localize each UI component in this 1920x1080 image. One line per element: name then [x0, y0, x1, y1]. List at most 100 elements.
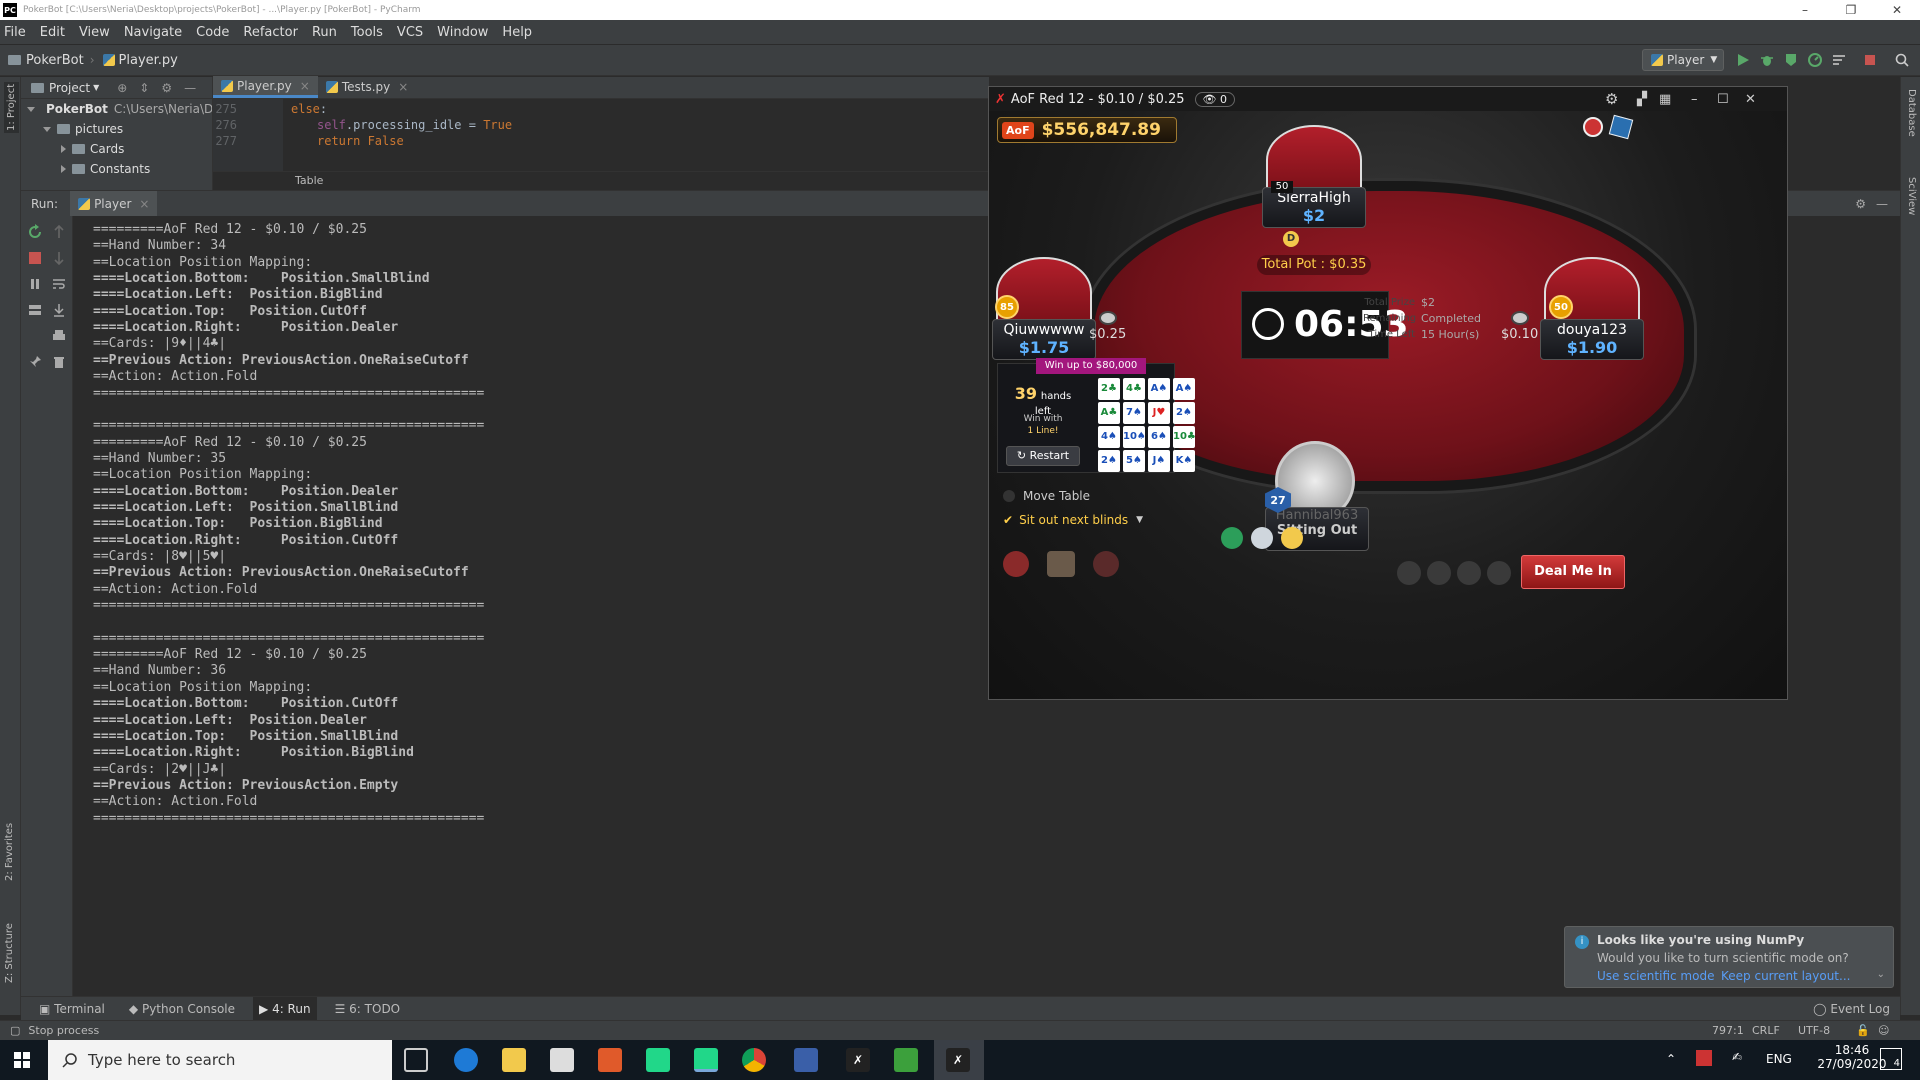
- matlab-icon[interactable]: [598, 1048, 622, 1072]
- gear-icon[interactable]: ⚙: [1605, 90, 1618, 108]
- clion-icon[interactable]: [646, 1048, 670, 1072]
- action-icon-3[interactable]: [1457, 561, 1481, 585]
- editor-breadcrumb[interactable]: Table: [213, 171, 989, 190]
- windows-start-icon[interactable]: [14, 1052, 30, 1068]
- pycharm-icon[interactable]: [694, 1048, 718, 1072]
- move-table-option[interactable]: Move Table: [1003, 489, 1090, 503]
- close-icon[interactable]: ×: [300, 79, 310, 93]
- menu-code[interactable]: Code: [196, 25, 229, 40]
- search-icon[interactable]: [1894, 52, 1910, 68]
- close-button[interactable]: ✕: [1874, 0, 1920, 20]
- chart-app-icon[interactable]: [794, 1048, 818, 1072]
- sciview-tool-tab[interactable]: SciView: [1906, 177, 1917, 215]
- pin-icon[interactable]: [27, 354, 43, 370]
- locate-icon[interactable]: ⊕: [117, 81, 127, 95]
- action-icon-2[interactable]: [1427, 561, 1451, 585]
- language-indicator[interactable]: ENG: [1766, 1052, 1792, 1066]
- sit-out-checkbox[interactable]: ✔ Sit out next blinds ▼: [1003, 513, 1143, 527]
- print-icon[interactable]: [51, 328, 67, 344]
- tab-python-console[interactable]: ◆ Python Console: [123, 997, 241, 1021]
- action-icon-1[interactable]: [1397, 561, 1421, 585]
- stop-icon[interactable]: [1862, 52, 1878, 68]
- chevron-down-icon[interactable]: ⌄: [1877, 969, 1885, 980]
- seat-top[interactable]: SierraHigh $2: [1259, 125, 1369, 228]
- dealer-girl-icon[interactable]: [1093, 551, 1119, 577]
- arrow-down-icon[interactable]: [51, 250, 67, 266]
- collapse-all-icon[interactable]: ⇕: [139, 81, 149, 95]
- line-separator[interactable]: CRLF: [1752, 1024, 1780, 1037]
- debug-icon[interactable]: [1759, 52, 1775, 68]
- tab-terminal[interactable]: ▣ Terminal: [33, 997, 111, 1021]
- scroll-to-end-icon[interactable]: [51, 302, 67, 318]
- database-tool-tab[interactable]: Database: [1906, 89, 1917, 137]
- tree-item-cards[interactable]: Cards: [21, 139, 212, 159]
- video-icon[interactable]: [1221, 527, 1243, 549]
- gear-icon[interactable]: ⚙: [161, 81, 172, 95]
- menu-file[interactable]: File: [4, 25, 26, 40]
- notifications-icon[interactable]: 4: [1880, 1048, 1902, 1070]
- run-icon[interactable]: [1735, 52, 1751, 68]
- excel-icon[interactable]: [894, 1048, 918, 1072]
- close-icon[interactable]: ×: [139, 197, 149, 211]
- edge-icon[interactable]: [454, 1048, 478, 1072]
- tab-tests-py[interactable]: Tests.py ×: [318, 76, 416, 98]
- tree-item-root[interactable]: PokerBot C:\Users\Neria\De: [21, 99, 212, 119]
- menu-run[interactable]: Run: [312, 25, 337, 40]
- code-editor[interactable]: 275 276 277 else: self.processing_idle = Tr…: [213, 99, 989, 190]
- tile-icon[interactable]: ▞: [1637, 92, 1647, 107]
- maximize-button[interactable]: ☐: [1717, 92, 1729, 107]
- card-icon[interactable]: [1608, 114, 1634, 140]
- run-configuration-select[interactable]: Player ▼: [1642, 49, 1724, 71]
- tab-run[interactable]: ▶ 4: Run: [253, 996, 317, 1021]
- tree-item-constants[interactable]: Constants: [21, 159, 212, 179]
- menu-vcs[interactable]: VCS: [397, 25, 423, 40]
- menu-view[interactable]: View: [79, 25, 110, 40]
- file-encoding[interactable]: UTF-8: [1798, 1024, 1830, 1037]
- rerun-icon[interactable]: [27, 224, 43, 240]
- menu-help[interactable]: Help: [502, 25, 532, 40]
- stop-icon[interactable]: [27, 250, 43, 266]
- menu-window[interactable]: Window: [437, 25, 488, 40]
- arrow-up-icon[interactable]: [51, 224, 67, 240]
- tray-app-icon[interactable]: [1696, 1050, 1712, 1066]
- store-icon[interactable]: [550, 1048, 574, 1072]
- chevron-up-icon[interactable]: ⌃: [1666, 1052, 1676, 1066]
- chat-icon[interactable]: [1251, 527, 1273, 549]
- close-button[interactable]: ✕: [1745, 92, 1756, 107]
- project-tool-tab[interactable]: 1: Project: [4, 81, 19, 133]
- grid-icon[interactable]: ▦: [1659, 92, 1671, 107]
- lock-icon[interactable]: 🔓: [1856, 1024, 1870, 1037]
- deal-me-in-button[interactable]: Deal Me In: [1521, 555, 1625, 589]
- pause-icon[interactable]: [27, 276, 43, 292]
- poker-app-active-tile[interactable]: ✗: [934, 1040, 984, 1080]
- tree-item-pictures[interactable]: pictures: [21, 119, 212, 139]
- inspector-icon[interactable]: ☺: [1878, 1024, 1889, 1037]
- restart-button[interactable]: ↻ Restart: [1006, 446, 1080, 466]
- tab-player-py[interactable]: Player.py ×: [213, 76, 318, 98]
- hide-panel-icon[interactable]: —: [1876, 197, 1888, 211]
- tab-todo[interactable]: ☰ 6: TODO: [329, 997, 407, 1021]
- event-log-button[interactable]: ◯ Event Log: [1807, 997, 1896, 1021]
- maximize-button[interactable]: ❐: [1828, 0, 1874, 20]
- breadcrumb-project[interactable]: PokerBot: [8, 53, 84, 68]
- menu-navigate[interactable]: Navigate: [124, 25, 182, 40]
- keep-current-layout-link[interactable]: Keep current layout...: [1721, 969, 1850, 983]
- breadcrumb-file[interactable]: Player.py: [102, 53, 178, 68]
- poker-app-icon[interactable]: ✗: [846, 1048, 870, 1072]
- layout-icon[interactable]: [27, 302, 43, 318]
- chips-icon[interactable]: [1003, 551, 1029, 577]
- concurrency-icon[interactable]: [1831, 52, 1847, 68]
- caret-position[interactable]: 797:1: [1712, 1024, 1744, 1037]
- task-view-icon[interactable]: [404, 1048, 428, 1072]
- run-tab-player[interactable]: Player ×: [70, 190, 158, 217]
- no-entry-icon[interactable]: [1583, 117, 1603, 137]
- structure-tool-tab[interactable]: Z: Structure: [4, 923, 15, 983]
- menu-tools[interactable]: Tools: [351, 25, 383, 40]
- trash-icon[interactable]: [51, 354, 67, 370]
- emoji-icon[interactable]: [1281, 527, 1303, 549]
- profile-icon[interactable]: [1807, 52, 1823, 68]
- action-icon-4[interactable]: [1487, 561, 1511, 585]
- gear-icon[interactable]: ⚙: [1855, 197, 1866, 211]
- coverage-icon[interactable]: [1783, 52, 1799, 68]
- pen-icon[interactable]: ✍: [1732, 1050, 1742, 1064]
